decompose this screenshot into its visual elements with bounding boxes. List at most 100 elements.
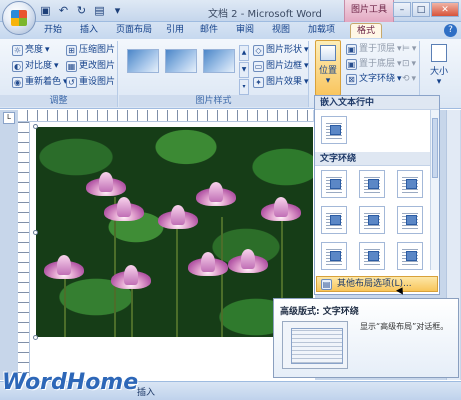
- position-middle-left-option[interactable]: [321, 206, 347, 234]
- text-wrap-icon: ⊠: [346, 73, 357, 85]
- tooltip-title: 高级版式: 文字环绕: [280, 307, 359, 317]
- title-bar: ▣ ↶ ↻ ▤ ▾ 文档 2 - Microsoft Word 图片工具 – □…: [0, 0, 461, 22]
- group-icon: ⊡: [402, 59, 410, 69]
- gallery-down-icon[interactable]: ▼: [239, 62, 249, 78]
- border-label: 图片边框: [266, 61, 303, 71]
- contrast-button[interactable]: ◐ 对比度 ▾: [12, 59, 59, 73]
- recolor-button[interactable]: ◉重新着色 ▾: [12, 75, 68, 89]
- rotate-button[interactable]: ⟲ ▾: [402, 72, 416, 86]
- position-inline-option[interactable]: [321, 116, 347, 144]
- maximize-button[interactable]: □: [412, 2, 430, 17]
- tab-1[interactable]: 插入: [80, 23, 98, 38]
- align-button[interactable]: ⊨ ▾: [402, 42, 416, 56]
- panel-scroll-thumb[interactable]: [432, 118, 438, 178]
- position-icon: [320, 45, 336, 61]
- size-button[interactable]: 大小 ▾: [424, 42, 454, 87]
- open-folder-icon[interactable]: ▤: [92, 3, 107, 18]
- ribbon-tabs: 开始 插入 页面布局 引用 邮件 审阅 视图 加载项 格式 ?: [0, 22, 461, 39]
- send-to-back-button[interactable]: ▣ 置于底层 ▾: [346, 57, 402, 71]
- stem: [176, 227, 178, 337]
- position-bottom-center-option[interactable]: [359, 242, 385, 270]
- tab-3[interactable]: 引用: [166, 23, 184, 38]
- group-button[interactable]: ⊡ ▾: [402, 57, 416, 71]
- style-thumb-3[interactable]: [203, 49, 235, 73]
- compress-pictures-button[interactable]: ⊞ 压缩图片: [66, 43, 115, 57]
- position-middle-right-option[interactable]: [397, 206, 423, 234]
- tab-4[interactable]: 邮件: [200, 23, 218, 38]
- resize-handle-left[interactable]: [33, 230, 38, 235]
- style-thumb-2[interactable]: [165, 49, 197, 73]
- tooltip: 高级版式: 文字环绕 显示“高级布局”对话框。: [273, 298, 459, 378]
- horizontal-ruler[interactable]: [18, 110, 313, 122]
- qat-dropdown-icon[interactable]: ▾: [110, 3, 125, 18]
- tab-6[interactable]: 视图: [272, 23, 290, 38]
- position-dropdown-panel: 嵌入文本行中 文字环绕 ▤ 其他布局选项(L)...: [314, 95, 440, 295]
- undo-icon[interactable]: ↶: [56, 3, 71, 18]
- contrast-label: 对比度: [25, 61, 53, 71]
- brightness-button[interactable]: ☼ 亮度 ▾: [12, 43, 50, 57]
- reset-picture-button[interactable]: ↺ 重设图片: [66, 75, 115, 89]
- tab-format[interactable]: 格式: [350, 23, 383, 38]
- effects-label: 图片效果: [266, 77, 303, 87]
- close-button[interactable]: ✕: [431, 2, 459, 17]
- rotate-icon: ⟲: [402, 74, 410, 84]
- send-back-icon: ▣: [346, 58, 357, 70]
- redo-icon[interactable]: ↻: [74, 3, 89, 18]
- resize-handle-bottom-left[interactable]: [33, 335, 38, 340]
- resize-handle-top-left[interactable]: [33, 124, 38, 129]
- office-button[interactable]: [2, 1, 36, 35]
- vertical-ruler[interactable]: [18, 122, 30, 382]
- position-label: 位置: [318, 66, 337, 76]
- more-layout-options-button[interactable]: ▤ 其他布局选项(L)...: [316, 276, 438, 292]
- brightness-label: 亮度: [25, 45, 44, 55]
- tooltip-description: 显示“高级布局”对话框。: [360, 322, 449, 331]
- water-lily-photo[interactable]: [36, 127, 313, 337]
- tab-5[interactable]: 审阅: [236, 23, 254, 38]
- minimize-button[interactable]: –: [393, 2, 411, 17]
- picture-effects-button[interactable]: ✦ 图片效果 ▾: [253, 75, 309, 89]
- lily-flower: [261, 197, 301, 223]
- styles-gallery-scroll[interactable]: ▲ ▼ ▾: [239, 45, 249, 95]
- picture-styles-group: ▲ ▼ ▾ ◇ 图片形状 ▾ ▭ 图片边框 ▾ ✦ 图片效果 ▾ 图片样式: [119, 41, 309, 107]
- tooltip-preview-image: [282, 321, 348, 369]
- bring-to-front-button[interactable]: ▣ 置于顶层 ▾: [346, 42, 402, 56]
- position-top-left-option[interactable]: [321, 170, 347, 198]
- save-icon[interactable]: ▣: [38, 3, 53, 18]
- lily-flower: [86, 172, 126, 198]
- position-middle-center-option[interactable]: [359, 206, 385, 234]
- lily-flower: [228, 249, 268, 275]
- size-icon: [431, 44, 447, 62]
- reset-picture-icon: ↺: [66, 76, 77, 88]
- style-thumb-1[interactable]: [127, 49, 159, 73]
- border-icon: ▭: [253, 60, 264, 72]
- tab-7[interactable]: 加载项: [308, 23, 335, 38]
- position-dropdown-icon: ▾: [325, 76, 331, 86]
- position-top-right-option[interactable]: [397, 170, 423, 198]
- text-wrap-label: 文字环绕: [359, 74, 396, 84]
- picture-shape-button[interactable]: ◇ 图片形状 ▾: [253, 43, 309, 57]
- adjust-group-label: 调整: [0, 95, 117, 107]
- position-bottom-left-option[interactable]: [321, 242, 347, 270]
- help-icon[interactable]: ?: [444, 24, 457, 37]
- window-title: 文档 2 - Microsoft Word: [208, 9, 322, 20]
- recolor-icon: ◉: [12, 76, 23, 88]
- position-button[interactable]: 位置 ▾: [315, 40, 341, 96]
- lily-flower: [104, 197, 144, 223]
- tab-0[interactable]: 开始: [44, 23, 62, 38]
- bring-front-label: 置于顶层: [359, 44, 396, 54]
- position-top-center-option[interactable]: [359, 170, 385, 198]
- picture-styles-group-label: 图片样式: [119, 95, 308, 107]
- bring-front-icon: ▣: [346, 43, 357, 55]
- insert-mode-indicator[interactable]: 插入: [137, 385, 155, 398]
- change-label: 更改图片: [79, 61, 116, 71]
- tab-2[interactable]: 页面布局: [116, 23, 152, 38]
- gallery-more-icon[interactable]: ▾: [239, 79, 249, 95]
- send-back-label: 置于底层: [359, 59, 396, 69]
- ruler-selector-button[interactable]: L: [3, 112, 15, 124]
- position-bottom-right-option[interactable]: [397, 242, 423, 270]
- panel-scrollbar[interactable]: [430, 110, 439, 270]
- gallery-up-icon[interactable]: ▲: [239, 45, 249, 61]
- change-picture-button[interactable]: ▦ 更改图片: [66, 59, 115, 73]
- text-wrap-button[interactable]: ⊠ 文字环绕 ▾: [346, 72, 402, 86]
- picture-border-button[interactable]: ▭ 图片边框 ▾: [253, 59, 309, 73]
